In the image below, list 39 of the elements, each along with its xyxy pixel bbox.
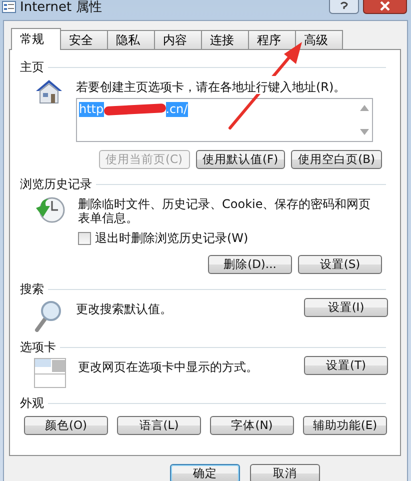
section-heading: 选项卡 <box>20 338 56 356</box>
tabs-icon <box>34 358 66 388</box>
tab[interactable]: 连接 <box>201 30 249 49</box>
history-button[interactable]: 设置(S) <box>298 255 382 274</box>
section-heading: 外观 <box>20 394 44 412</box>
section-heading: 浏览历史记录 <box>20 176 92 192</box>
window-title: Internet 属性 <box>20 0 102 16</box>
section-heading: 主页 <box>20 58 44 76</box>
description-text: 删除临时文件、历史记录、Cookie、保存的密码和网页表单信息。 <box>78 196 372 225</box>
home-page-button[interactable]: 使用默认值(F) <box>196 150 286 169</box>
description-text: 更改搜索默认值。 <box>76 301 173 316</box>
appearance-button[interactable]: 字体(N) <box>210 416 294 435</box>
house-icon <box>34 78 64 104</box>
clock-icon <box>34 195 66 225</box>
tab[interactable]: 内容 <box>154 30 202 49</box>
tab[interactable]: 常规 <box>11 28 61 50</box>
appearance-button[interactable]: 语言(L) <box>117 416 201 435</box>
close-button[interactable] <box>363 0 407 14</box>
dialog-button[interactable]: 确定 <box>170 464 240 481</box>
home-page-button[interactable]: 使用空白页(B) <box>291 150 382 169</box>
app-icon <box>2 1 16 13</box>
tab[interactable]: 隐私 <box>107 30 155 49</box>
tab[interactable]: 程序 <box>248 30 296 49</box>
tab[interactable]: 安全 <box>60 30 108 49</box>
appearance-button[interactable]: 颜色(O) <box>24 416 108 435</box>
scroll-up-icon[interactable] <box>360 105 369 111</box>
settings-button[interactable]: 设置(T) <box>304 356 388 375</box>
help-button[interactable] <box>329 0 359 14</box>
dialog-button[interactable]: 取消 <box>250 464 320 481</box>
description-text: 更改网页在选项卡中显示的方式。 <box>78 359 259 374</box>
history-button[interactable]: 删除(D)... <box>208 255 292 274</box>
scroll-down-icon[interactable] <box>360 129 369 135</box>
magnifier-icon <box>34 300 64 332</box>
checkbox-label[interactable]: 退出时删除浏览历史记录(W) <box>95 230 248 247</box>
appearance-button[interactable]: 辅助功能(E) <box>303 416 387 435</box>
section-heading: 搜索 <box>20 280 44 298</box>
tab[interactable]: 高级 <box>295 30 343 49</box>
checkbox[interactable] <box>78 232 91 245</box>
settings-button[interactable]: 设置(I) <box>304 298 388 317</box>
